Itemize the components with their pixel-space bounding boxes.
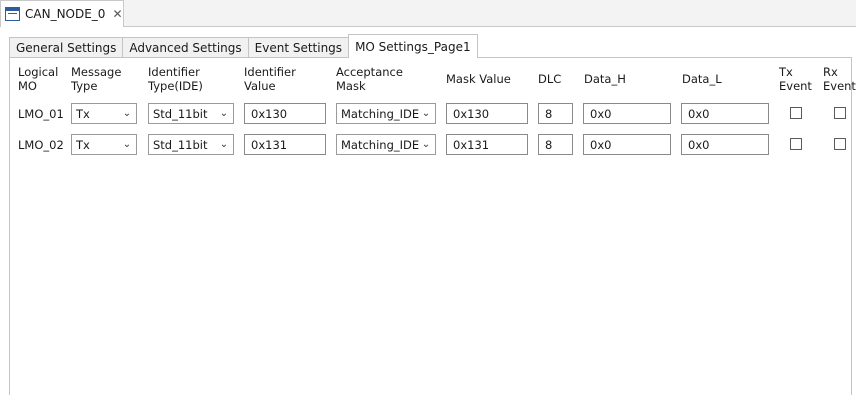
tab-general-settings[interactable]: General Settings <box>9 37 124 58</box>
identifier-type-value: Std_11bit <box>153 106 208 121</box>
tab-event-settings[interactable]: Event Settings <box>247 37 350 58</box>
header-data-h: Data_H <box>584 72 626 86</box>
header-acceptance-mask: Acceptance Mask <box>336 65 403 93</box>
tab-advanced-settings[interactable]: Advanced Settings <box>122 37 249 58</box>
tab-mo-settings-page1[interactable]: MO Settings_Page1 <box>348 34 478 58</box>
editor-tab-bar: CAN_NODE_0 ✕ <box>0 0 856 27</box>
rx-event-checkbox[interactable] <box>834 107 846 119</box>
dlc-field[interactable]: 8 <box>538 103 573 124</box>
mask-value-field[interactable]: 0x131 <box>446 134 528 155</box>
header-message-type: Message Type <box>71 65 121 93</box>
header-data-l: Data_L <box>682 72 722 86</box>
header-identifier-value: Identifier Value <box>244 65 296 93</box>
tx-event-checkbox[interactable] <box>790 107 802 119</box>
dlc-field[interactable]: 8 <box>538 134 573 155</box>
identifier-type-value: Std_11bit <box>153 137 208 152</box>
chevron-down-icon[interactable]: ⌄ <box>419 135 433 154</box>
header-logical-mo: Logical MO <box>18 65 58 93</box>
close-icon[interactable]: ✕ <box>112 8 122 20</box>
header-rx-event-line2: Event <box>823 79 856 93</box>
acceptance-mask-select[interactable]: Matching_IDE ⌄ <box>336 134 436 155</box>
header-tx-event-line1: Tx <box>779 65 793 79</box>
acceptance-mask-select[interactable]: Matching_IDE ⌄ <box>336 103 436 124</box>
header-mask-value: Mask Value <box>446 72 511 86</box>
header-identifier-value-line2: Value <box>244 79 276 93</box>
header-acceptance-mask-line2: Mask <box>336 79 366 93</box>
data-h-field[interactable]: 0x0 <box>583 134 671 155</box>
identifier-type-select[interactable]: Std_11bit ⌄ <box>148 134 234 155</box>
message-type-value: Tx <box>76 106 90 121</box>
header-dlc: DLC <box>538 72 562 86</box>
data-h-field[interactable]: 0x0 <box>583 103 671 124</box>
header-identifier-type-line1: Identifier <box>148 65 200 79</box>
message-type-select[interactable]: Tx ⌄ <box>71 103 137 124</box>
identifier-value-field[interactable]: 0x130 <box>244 103 326 124</box>
row-logical-mo: LMO_01 <box>18 107 64 121</box>
chevron-down-icon[interactable]: ⌄ <box>217 104 231 123</box>
rx-event-checkbox[interactable] <box>834 138 846 150</box>
acceptance-mask-value: Matching_IDE <box>341 137 420 152</box>
message-type-value: Tx <box>76 137 90 152</box>
identifier-value-field[interactable]: 0x131 <box>244 134 326 155</box>
row-logical-mo: LMO_02 <box>18 138 64 152</box>
config-editor-icon <box>5 7 20 21</box>
editor-tab-title: CAN_NODE_0 <box>25 7 106 21</box>
header-rx-event-line1: Rx <box>823 65 838 79</box>
header-tx-event-line2: Event <box>779 79 812 93</box>
data-l-field[interactable]: 0x0 <box>681 103 769 124</box>
identifier-type-select[interactable]: Std_11bit ⌄ <box>148 103 234 124</box>
header-identifier-type-line2: Type(IDE) <box>148 79 203 93</box>
header-rx-event: Rx Event <box>823 65 856 93</box>
chevron-down-icon[interactable]: ⌄ <box>217 135 231 154</box>
acceptance-mask-value: Matching_IDE <box>341 106 420 121</box>
header-logical-mo-line1: Logical <box>18 65 59 79</box>
chevron-down-icon[interactable]: ⌄ <box>120 104 134 123</box>
header-logical-mo-line2: MO <box>18 79 37 93</box>
chevron-down-icon[interactable]: ⌄ <box>120 135 134 154</box>
editor-tab-can-node[interactable]: CAN_NODE_0 ✕ <box>0 0 124 27</box>
data-l-field[interactable]: 0x0 <box>681 134 769 155</box>
header-identifier-type: Identifier Type(IDE) <box>148 65 203 93</box>
mask-value-field[interactable]: 0x130 <box>446 103 528 124</box>
header-acceptance-mask-line1: Acceptance <box>336 65 403 79</box>
tx-event-checkbox[interactable] <box>790 138 802 150</box>
header-message-type-line1: Message <box>71 65 122 79</box>
message-type-select[interactable]: Tx ⌄ <box>71 134 137 155</box>
header-message-type-line2: Type <box>71 79 98 93</box>
settings-tab-strip: General Settings Advanced Settings Event… <box>9 34 478 58</box>
header-tx-event: Tx Event <box>779 65 812 93</box>
header-identifier-value-line1: Identifier <box>244 65 296 79</box>
chevron-down-icon[interactable]: ⌄ <box>419 104 433 123</box>
